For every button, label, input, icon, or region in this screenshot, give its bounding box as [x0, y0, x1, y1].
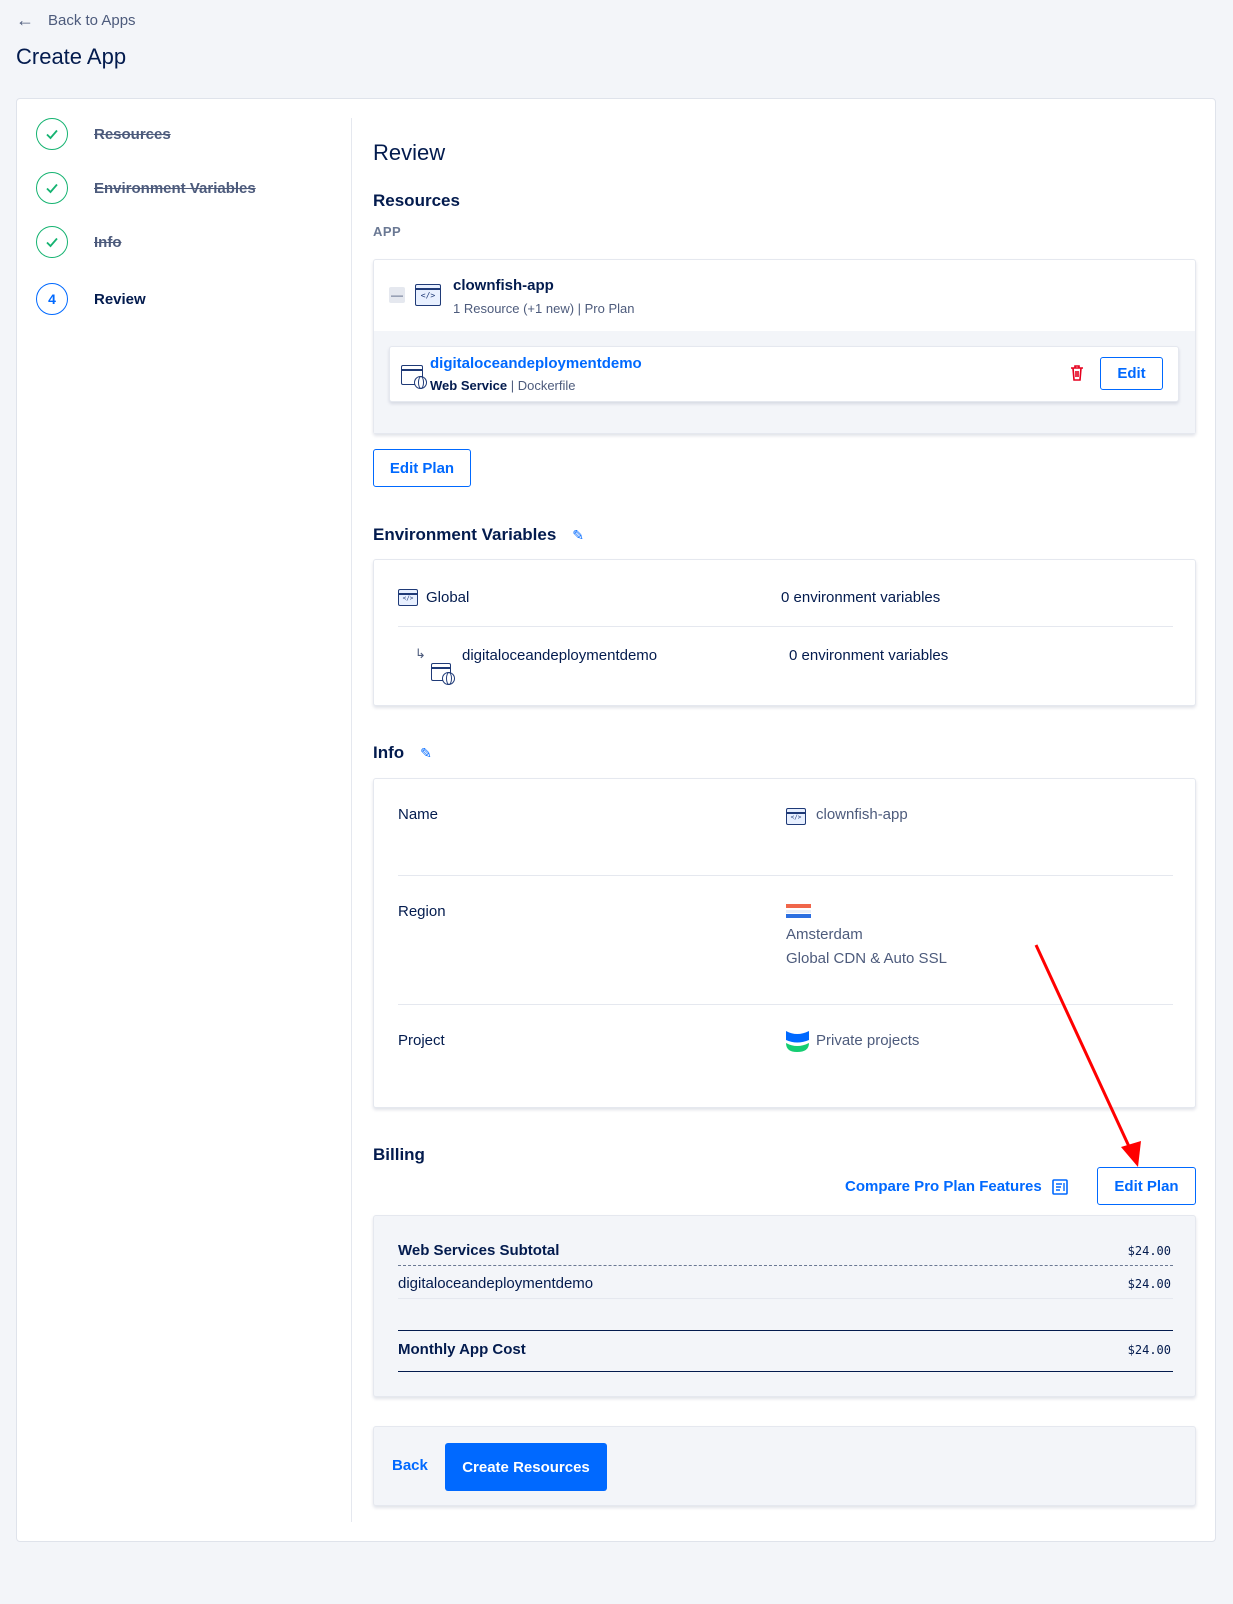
env-heading: Environment Variables [373, 525, 557, 544]
region-label: Region [398, 903, 446, 920]
env-panel: </> Global 0 environment variables ↳ dig… [373, 559, 1196, 706]
step-info[interactable]: Info [36, 226, 122, 258]
subtotal-value: $24.00 [1127, 1244, 1171, 1258]
netherlands-flag-icon [786, 904, 811, 918]
app-icon: </> [786, 808, 806, 825]
billing-summary: Web Services Subtotal $24.00 digitalocea… [373, 1215, 1196, 1397]
annotation-arrow [1034, 944, 1141, 1167]
check-icon [36, 118, 68, 150]
line-item-divider [398, 1298, 1173, 1299]
edit-component-button[interactable]: Edit [1100, 357, 1163, 390]
sidebar-divider [351, 118, 352, 1522]
action-bar: Back Create Resources [373, 1426, 1196, 1506]
step-label: Info [94, 233, 122, 251]
page-title: Create App [16, 44, 127, 69]
back-arrow-icon: ← [16, 10, 34, 30]
document-icon [1051, 1178, 1068, 1195]
info-divider [398, 875, 1173, 876]
resources-heading: Resources [373, 191, 460, 210]
app-resource-panel: — </> clownfish-app 1 Resource (+1 new) … [373, 259, 1196, 434]
component-source: | Dockerfile [507, 378, 576, 393]
pencil-icon[interactable]: ✎ [572, 527, 584, 544]
check-icon [36, 172, 68, 204]
component-type: Web Service [430, 378, 508, 393]
step-number: 4 [36, 283, 68, 315]
env-row-name: Global [426, 589, 470, 606]
step-label: Resources [94, 125, 171, 143]
project-label: Project [398, 1032, 445, 1049]
step-label: Environment Variables [94, 179, 256, 197]
pencil-icon[interactable]: ✎ [420, 745, 432, 762]
back-button[interactable]: Back [392, 1457, 428, 1474]
subtotal-label: Web Services Subtotal [398, 1242, 560, 1259]
app-name: clownfish-app [453, 277, 554, 294]
billing-heading: Billing [373, 1145, 425, 1164]
component-name-link[interactable]: digitaloceandeploymentdemo [430, 355, 642, 372]
compare-plan-link[interactable]: Compare Pro Plan Features [845, 1178, 1068, 1195]
subtotal-divider [398, 1265, 1173, 1266]
check-icon [36, 226, 68, 258]
env-row-name: digitaloceandeploymentdemo [462, 647, 658, 664]
app-subheading: APP [373, 224, 402, 239]
step-resources[interactable]: Resources [36, 118, 171, 150]
project-value: Private projects [816, 1032, 920, 1049]
component-list: digitaloceandeploymentdemo Web Service |… [374, 331, 1195, 433]
back-to-apps-label: Back to Apps [48, 12, 136, 29]
edit-plan-button[interactable]: Edit Plan [373, 449, 471, 487]
web-service-icon [401, 365, 427, 389]
trash-icon[interactable] [1070, 365, 1084, 381]
compare-plan-label: Compare Pro Plan Features [845, 1178, 1042, 1195]
app-meta: 1 Resource (+1 new) | Pro Plan [453, 301, 635, 316]
step-label: Review [94, 290, 146, 308]
line-item-value: $24.00 [1127, 1277, 1171, 1291]
line-item-label: digitaloceandeploymentdemo [398, 1275, 594, 1292]
web-service-icon [431, 663, 455, 685]
step-review[interactable]: 4 Review [36, 283, 146, 315]
info-heading: Info [373, 743, 405, 762]
app-icon: </> [415, 284, 441, 306]
app-icon: </> [398, 589, 418, 606]
name-label: Name [398, 806, 439, 823]
create-resources-button[interactable]: Create Resources [445, 1443, 607, 1491]
component-row: digitaloceandeploymentdemo Web Service |… [389, 346, 1179, 402]
total-bottom-rule [398, 1371, 1173, 1372]
region-note: Global CDN & Auto SSL [786, 950, 947, 967]
total-label: Monthly App Cost [398, 1341, 526, 1358]
back-to-apps-link[interactable]: ← Back to Apps [16, 10, 136, 31]
total-top-rule [398, 1330, 1173, 1331]
env-row-count: 0 environment variables [789, 647, 949, 664]
name-value: clownfish-app [816, 806, 908, 823]
child-arrow-icon: ↳ [415, 646, 426, 661]
region-city: Amsterdam [786, 926, 863, 943]
collapse-toggle[interactable]: — [389, 287, 405, 303]
env-row-count: 0 environment variables [781, 589, 941, 606]
step-environment-variables[interactable]: Environment Variables [36, 172, 256, 204]
project-icon [786, 1030, 809, 1052]
total-value: $24.00 [1127, 1343, 1171, 1357]
env-divider [398, 626, 1173, 627]
review-title: Review [373, 140, 446, 165]
